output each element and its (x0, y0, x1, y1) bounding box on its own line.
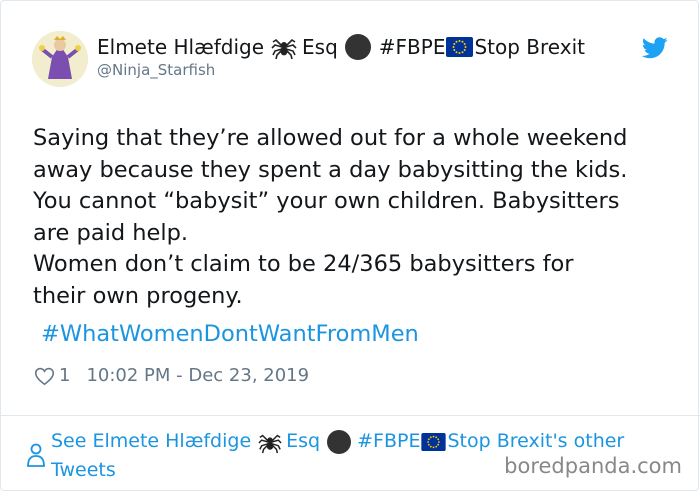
watermark: boredpanda.com (504, 454, 682, 478)
person-icon (26, 442, 46, 468)
timestamp[interactable]: 10:02 PM - Dec 23, 2019 (86, 365, 309, 386)
author-name-part: #FBPE (378, 35, 446, 59)
author-name-part: Stop Brexit (474, 35, 585, 59)
footer-text: #FBPE (357, 430, 421, 452)
author-name[interactable]: Elmete Hlæfdige Esq #FBPE Stop Brexit (97, 34, 585, 60)
like-count: 1 (59, 365, 71, 386)
avatar[interactable] (32, 31, 88, 87)
tweet-text-line: Saying that they’re allowed out for a wh… (33, 125, 628, 151)
black-circle-icon (327, 429, 352, 454)
spider-icon (271, 34, 297, 60)
tweet-text-line: their own progeny. (33, 282, 243, 309)
tweet-card: Elmete Hlæfdige Esq #FBPE Stop Brexit @N… (0, 0, 700, 491)
author-handle[interactable]: @Ninja_Starfish (97, 61, 215, 79)
tweet-text-line: You cannot “babysit” your own children. … (33, 188, 620, 214)
spider-icon (258, 430, 282, 454)
eu-flag-icon (446, 37, 474, 57)
tweet-text-line: away because they spent a day babysittin… (33, 156, 628, 183)
footer-text: Stop Brexit's other (447, 430, 625, 452)
author-name-part: Elmete Hlæfdige (97, 35, 265, 59)
eu-flag-icon (421, 432, 447, 451)
footer-text: See Elmete Hlæfdige (51, 430, 252, 452)
divider (1, 415, 700, 416)
black-circle-icon (344, 34, 371, 60)
heart-icon[interactable] (34, 366, 55, 386)
hashtag-link[interactable]: #WhatWomenDontWantFromMen (41, 321, 419, 347)
twitter-bird-icon[interactable] (641, 37, 668, 59)
footer-text: Esq (286, 430, 321, 452)
tweet-meta: 1 10:02 PM - Dec 23, 2019 (34, 365, 309, 386)
tweet-text-line: are paid help. (33, 219, 189, 246)
tweet-text-line: Women don’t claim to be 24/365 babysitte… (33, 251, 574, 277)
author-name-part: Esq (302, 35, 338, 59)
tweet-text: Saying that they’re allowed out for a wh… (33, 123, 683, 312)
